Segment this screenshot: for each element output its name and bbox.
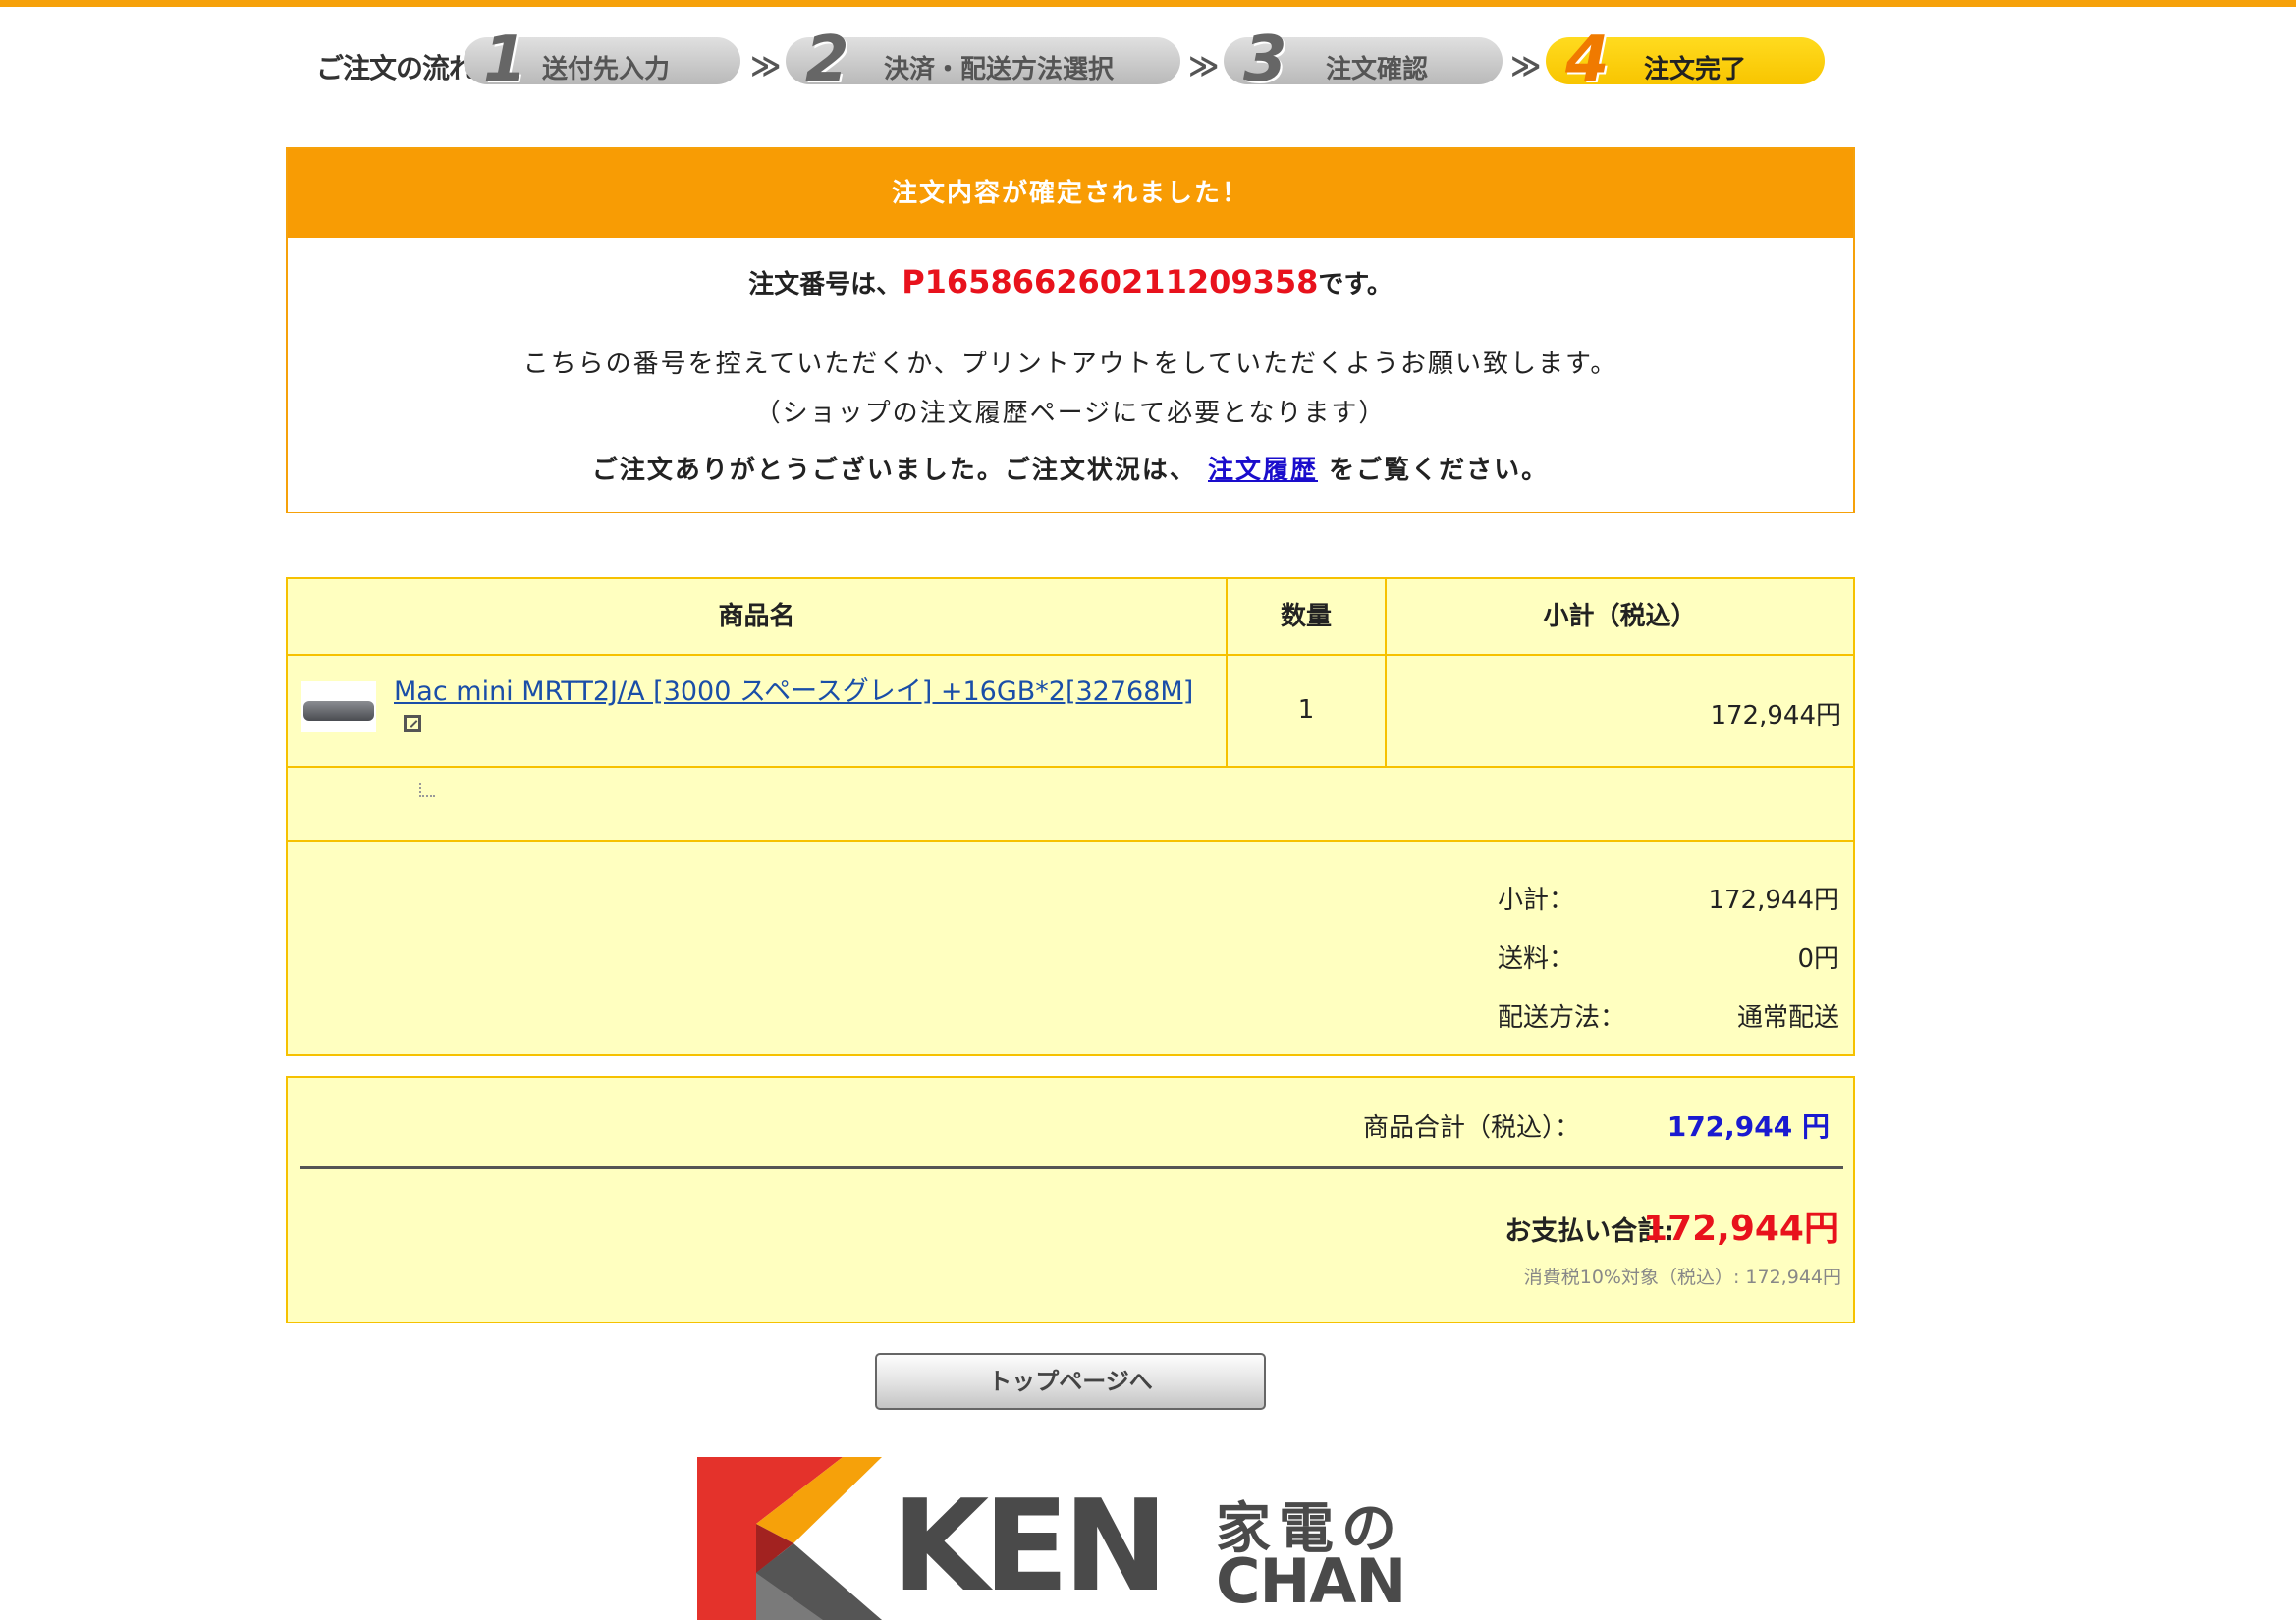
step-number: 2 xyxy=(805,24,849,96)
summary-subtotal-label: 小計： xyxy=(1498,886,1575,915)
step-label: 注文確認 xyxy=(1326,55,1429,84)
confirmation-header: 注文内容が確定されました！ xyxy=(288,149,1853,238)
flow-label: ご注文の流れ: xyxy=(316,52,486,84)
summary-method-value: 通常配送 xyxy=(1736,1003,1839,1033)
order-number: P165866260211209358 xyxy=(902,263,1319,300)
top-page-button[interactable]: トップページへ xyxy=(875,1353,1266,1410)
summary-shipping-label: 送料： xyxy=(1498,945,1575,974)
goods-total-label: 商品合計（税込）： xyxy=(1362,1113,1580,1143)
thanks-prefix: ご注文ありがとうございました。ご注文状況は、 xyxy=(591,456,1197,485)
quantity-cell: 1 xyxy=(1228,656,1387,766)
order-number-prefix: 注文番号は、 xyxy=(748,270,902,299)
step-3: 3 注文確認 xyxy=(1224,24,1503,96)
logo-chan-text: CHAN xyxy=(1216,1545,1406,1617)
step-2: 2 決済・配送方法選択 xyxy=(786,24,1180,96)
quantity-value: 1 xyxy=(1297,695,1315,725)
kenchan-logo[interactable]: KEN 家電の CHAN xyxy=(695,1455,1451,1620)
print-instruction: こちらの番号を控えていただくか、プリントアウトをしていただくようお願い致します。 xyxy=(522,350,1618,379)
summary-shipping-value: 0円 xyxy=(1797,945,1839,974)
goods-total-value: 172,944 円 xyxy=(1667,1110,1830,1143)
step-number: 1 xyxy=(483,24,527,96)
step-label: 注文完了 xyxy=(1644,55,1747,84)
summary-subtotal-value: 172,944円 xyxy=(1708,886,1839,915)
step-separator: ≫ xyxy=(1510,49,1542,83)
payment-total-value: 172,944円 xyxy=(1643,1209,1839,1249)
order-history-link[interactable]: 注文履歴 xyxy=(1208,456,1318,485)
product-thumbnail[interactable] xyxy=(301,681,376,732)
summary-method-label: 配送方法： xyxy=(1498,1003,1626,1033)
order-confirmation-box: 注文内容が確定されました！ 注文番号は、P165866260211209358で… xyxy=(286,147,1855,513)
tax-note: 消費税10%対象（税込）: 172,944円 xyxy=(1523,1267,1841,1288)
thanks-message: ご注文ありがとうございました。ご注文状況は、 注文履歴 をご覧ください。 xyxy=(288,450,1853,486)
table-row: Mac mini MRTT2J/A [3000 スペースグレイ] +16GB*2… xyxy=(288,656,1228,766)
step-label: 送付先入力 xyxy=(542,55,671,84)
step-1: 1 送付先入力 xyxy=(464,24,740,96)
step-label: 決済・配送方法選択 xyxy=(884,55,1115,84)
column-header-subtotal: 小計（税込） xyxy=(1543,602,1697,631)
step-separator: ≫ xyxy=(1188,49,1220,83)
order-items-table: 商品名 数量 小計（税込） Mac mini MRTT2J/A [3000 スペ… xyxy=(286,577,1855,1056)
thanks-suffix: をご覧ください。 xyxy=(1329,456,1550,485)
mac-mini-image xyxy=(303,701,374,721)
order-totals-box: 商品合計（税込）： 172,944 円 お支払い合計: 172,944円 消費税… xyxy=(286,1076,1855,1323)
top-accent-bar xyxy=(0,0,2296,7)
order-number-suffix: です。 xyxy=(1318,270,1393,299)
logo-ken-text: KEN xyxy=(892,1474,1169,1620)
column-header-qty: 数量 xyxy=(1228,579,1387,654)
order-number-line: 注文番号は、P165866260211209358です。 xyxy=(288,263,1853,300)
item-subtotal: 172,944円 xyxy=(1710,701,1841,730)
totals-divider xyxy=(300,1166,1843,1169)
external-link-icon[interactable] xyxy=(404,715,421,732)
history-note: （ショップの注文履歴ページにて必要となります） xyxy=(754,399,1387,428)
subtotal-cell: 172,944円 xyxy=(1387,656,1853,766)
step-number: 3 xyxy=(1243,24,1287,96)
column-header-name: 商品名 xyxy=(288,579,1228,654)
step-4-current: 4 注文完了 xyxy=(1546,24,1825,96)
step-separator: ≫ xyxy=(750,49,782,83)
option-tree-marker xyxy=(419,783,435,797)
order-flow-steps: ご注文の流れ: 1 送付先入力 ≫ 2 決済・配送方法選択 ≫ 3 注文確認 ≫… xyxy=(316,24,1848,96)
step-number: 4 xyxy=(1565,24,1610,96)
product-name-link[interactable]: Mac mini MRTT2J/A [3000 スペースグレイ] +16GB*2… xyxy=(394,670,1193,708)
